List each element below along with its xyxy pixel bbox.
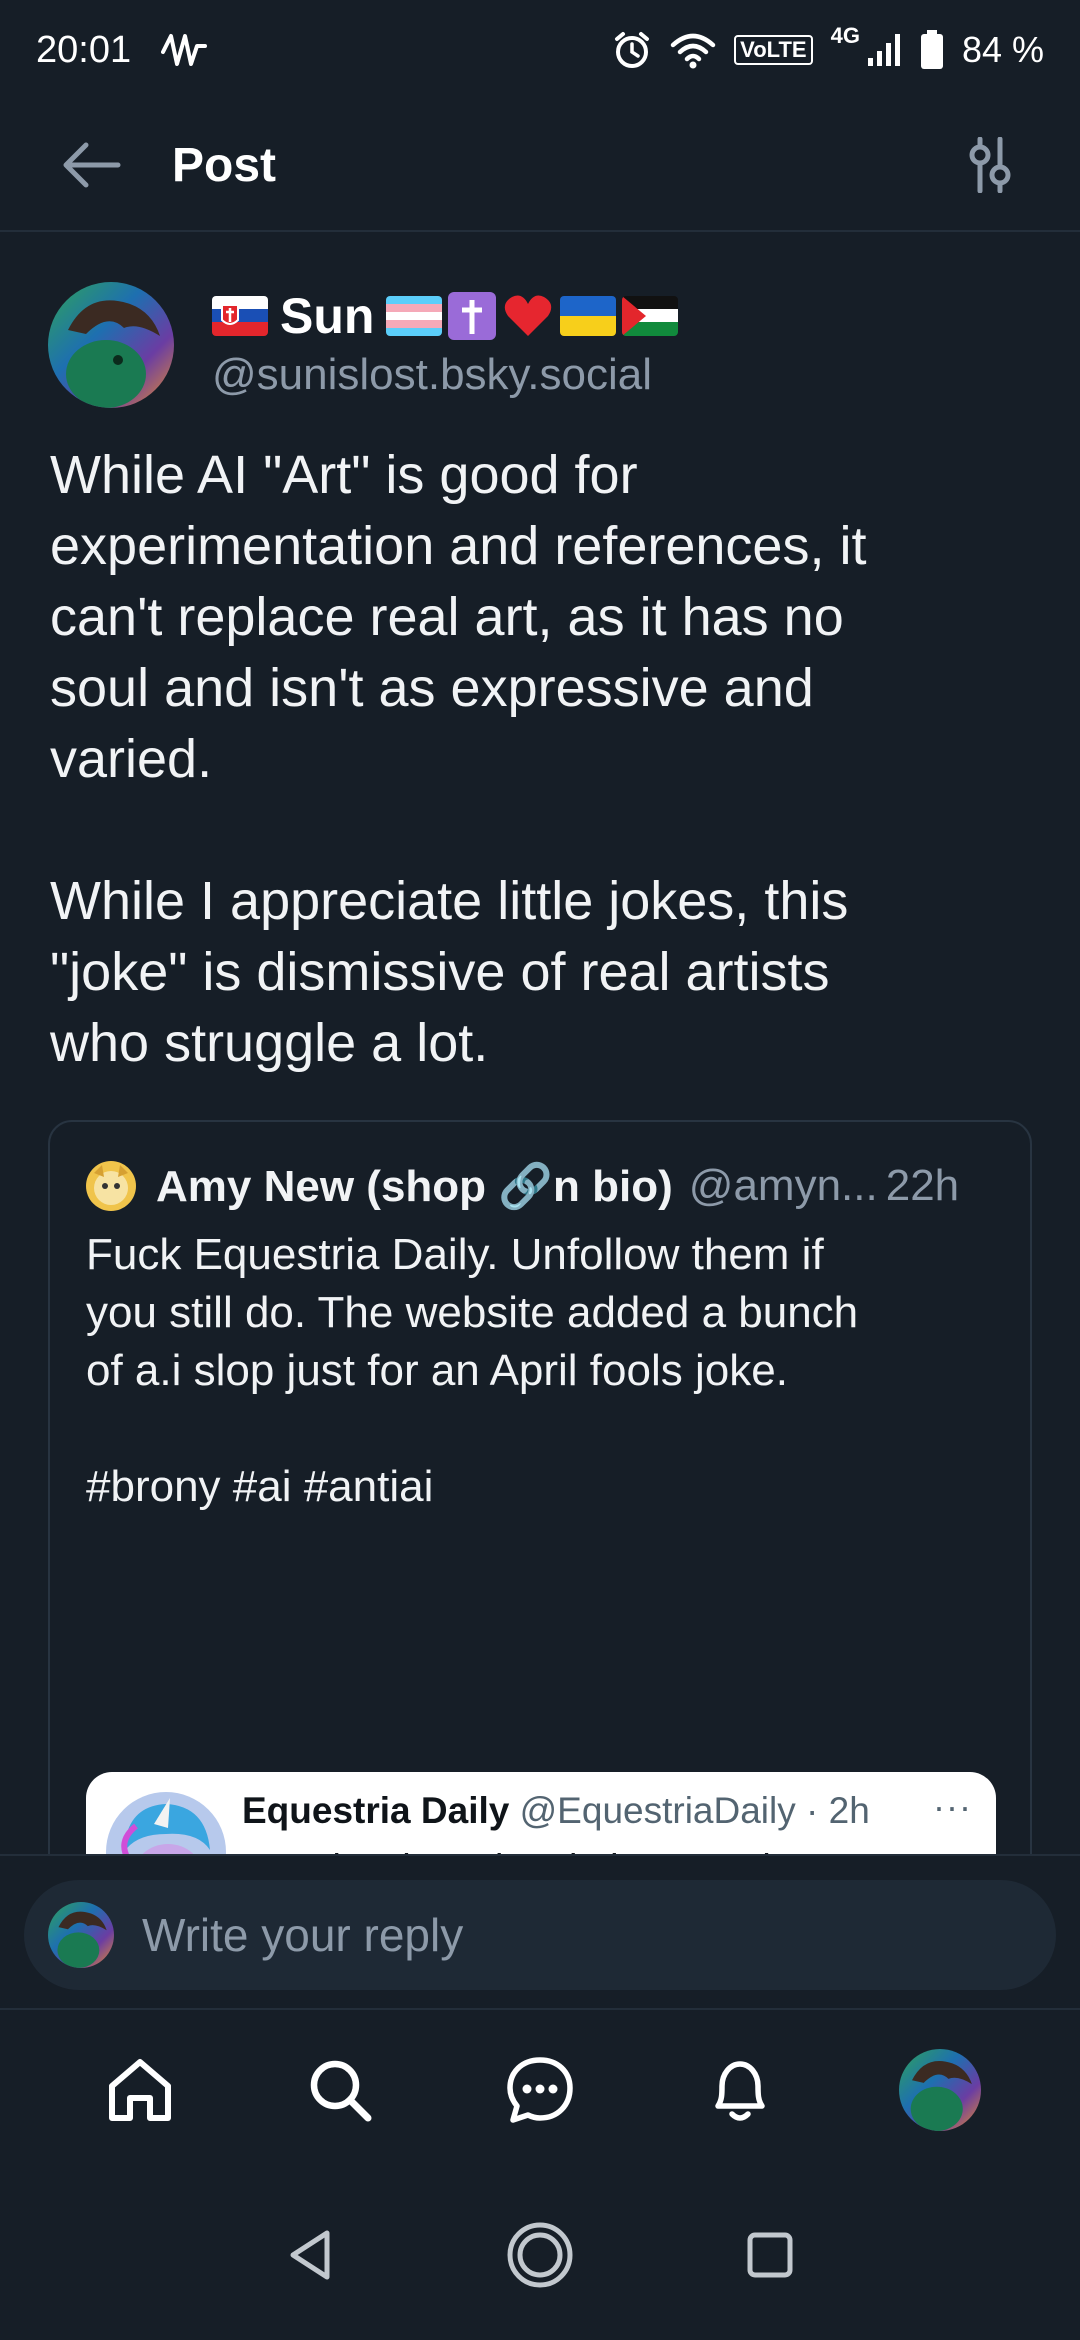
- profile-avatar: [899, 2049, 981, 2131]
- wifi-icon: [670, 33, 716, 69]
- back-button[interactable]: [52, 125, 132, 205]
- tweet-author-avatar: [106, 1792, 226, 1854]
- arrow-left-icon: [63, 142, 121, 188]
- activity-icon: [161, 34, 208, 66]
- back-triangle-icon: [290, 2230, 330, 2280]
- status-bar: 20:01 VoLTE 4G 84 %: [0, 0, 1080, 100]
- nav-profile[interactable]: [892, 2042, 988, 2138]
- nav-notifications[interactable]: [692, 2042, 788, 2138]
- post-text: While AI "Art" is good for experimentati…: [50, 445, 867, 1073]
- quoted-post-card[interactable]: Amy New (shop 🔗n bio) @amyn... 22h Fuck …: [48, 1120, 1032, 1854]
- quoted-author-handle: @amyn...: [688, 1161, 878, 1210]
- tweet-author-handle: @EquestriaDaily: [519, 1790, 796, 1831]
- red-heart-icon: [502, 292, 554, 340]
- battery-percent: 84 %: [961, 29, 1044, 70]
- embedded-screenshot[interactable]: Equestria Daily @EquestriaDaily · 2h ···…: [86, 1772, 996, 1854]
- nav-chat[interactable]: [492, 2042, 588, 2138]
- slovakia-flag-icon: [212, 296, 268, 336]
- tweet-more-icon: ···: [933, 1786, 972, 1827]
- quoted-author-name: Amy New (shop 🔗n bio): [156, 1162, 673, 1211]
- system-recents-button[interactable]: [730, 2215, 810, 2295]
- ukraine-flag-icon: [560, 296, 617, 336]
- chat-icon: [507, 2057, 573, 2123]
- palestine-flag-icon: [622, 296, 679, 336]
- sliders-icon: [969, 137, 1011, 193]
- bottom-nav: [0, 2010, 1080, 2170]
- system-home-button[interactable]: [500, 2215, 580, 2295]
- reply-avatar: [48, 1902, 114, 1968]
- page-header: Post: [0, 100, 1080, 232]
- author-handle[interactable]: @sunislost.bsky.social: [212, 350, 678, 400]
- quoted-post-header: Amy New (shop 🔗n bio) @amyn... 22h: [86, 1160, 959, 1212]
- post-thread: Sun @sunislost.bsky.social While AI "Art…: [0, 234, 1080, 1854]
- home-circle-icon: [507, 2222, 573, 2288]
- home-icon: [109, 2059, 171, 2121]
- battery-icon: [920, 30, 943, 69]
- cell-label: 4G: [830, 23, 860, 48]
- recents-square-icon: [747, 2232, 793, 2278]
- volte-badge: VoLTE: [734, 35, 813, 65]
- reply-area: Write your reply: [0, 1854, 1080, 2010]
- tweet-header: Equestria Daily @EquestriaDaily · 2h: [242, 1790, 870, 1832]
- page-title: Post: [172, 138, 277, 192]
- latin-cross-icon: [448, 292, 497, 340]
- thread-settings-button[interactable]: [952, 127, 1028, 203]
- quoted-post-time: 22h: [885, 1161, 960, 1210]
- tweet-author-name: Equestria Daily: [242, 1790, 510, 1831]
- reply-input[interactable]: Write your reply: [24, 1880, 1056, 1990]
- quoted-author-avatar: [86, 1161, 136, 1211]
- status-time: 20:01: [36, 28, 132, 71]
- tweet-text: EQD has been handed over to the ROBOTS. …: [242, 1842, 962, 1854]
- bell-icon: [715, 2061, 765, 2121]
- search-icon: [310, 2060, 372, 2122]
- system-nav-bar: [0, 2170, 1080, 2340]
- trans-flag-icon: [386, 296, 443, 336]
- system-back-button[interactable]: [270, 2215, 350, 2295]
- author-avatar[interactable]: [48, 282, 174, 408]
- quoted-post-text: Fuck Equestria Daily. Unfollow them if y…: [86, 1230, 859, 1511]
- display-name-row: Sun: [212, 286, 679, 346]
- tweet-time: · 2h: [806, 1790, 870, 1831]
- signal-icon: [867, 34, 900, 66]
- display-name: Sun: [280, 288, 375, 344]
- alarm-icon: [615, 32, 650, 68]
- post-author[interactable]: Sun @sunislost.bsky.social: [48, 282, 679, 408]
- nav-search[interactable]: [292, 2042, 388, 2138]
- nav-home[interactable]: [92, 2042, 188, 2138]
- reply-placeholder: Write your reply: [142, 1909, 464, 1961]
